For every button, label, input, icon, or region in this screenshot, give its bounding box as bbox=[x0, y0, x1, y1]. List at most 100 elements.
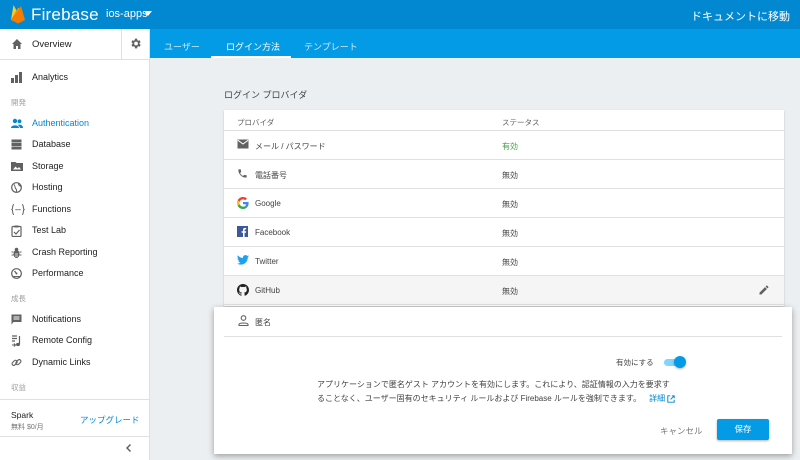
plan-name: Spark bbox=[11, 410, 34, 420]
page-title: ログイン プロバイダ bbox=[224, 90, 308, 100]
tab-users[interactable]: ユーザー bbox=[164, 40, 200, 53]
phone-icon bbox=[238, 169, 247, 178]
caret-down-icon[interactable] bbox=[144, 11, 152, 16]
database-icon bbox=[11, 139, 22, 150]
save-button[interactable]: 保存 bbox=[717, 419, 769, 440]
sidebar-footer bbox=[0, 436, 150, 460]
toggle-thumb bbox=[674, 356, 686, 368]
top-bar: Firebase ios-apps ドキュメントに移動 bbox=[0, 0, 800, 29]
sidebar-item-label: Notifications bbox=[32, 314, 82, 324]
plan-panel: Spark 無料 $0/月 アップグレード bbox=[0, 399, 150, 436]
test-lab-icon bbox=[11, 225, 22, 237]
google-icon bbox=[237, 197, 249, 209]
description-line-2: ることなく、ユーザー固有のセキュリティ ルールおよび Firebase ルールを… bbox=[317, 393, 675, 404]
sidebar-item-functions[interactable]: Functions bbox=[0, 199, 150, 220]
column-header-status: ステータス bbox=[502, 118, 540, 127]
sidebar-item-label: Hosting bbox=[32, 182, 63, 192]
sidebar: Overview Analytics 開発 Authentication Dat… bbox=[0, 29, 150, 460]
link-icon bbox=[11, 359, 22, 366]
tab-templates[interactable]: テンプレート bbox=[304, 40, 358, 53]
description-line-1: アプリケーションで匿名ゲスト アカウントを有効にします。これにより、認証情報の入… bbox=[317, 380, 670, 389]
provider-name: Twitter bbox=[255, 257, 279, 266]
github-icon bbox=[237, 284, 249, 296]
sidebar-item-hosting[interactable]: Hosting bbox=[0, 177, 150, 198]
home-icon bbox=[12, 39, 22, 49]
anonymous-provider-panel: 匿名 有効にする アプリケーションで匿名ゲスト アカウントを有効にします。これに… bbox=[214, 307, 792, 454]
provider-status: 無効 bbox=[502, 200, 518, 209]
provider-name: GitHub bbox=[255, 286, 280, 295]
providers-table: プロバイダ ステータス メール / パスワード 有効 電話番号 無効 Googl… bbox=[224, 110, 784, 306]
sidebar-item-dynamic-links[interactable]: Dynamic Links bbox=[0, 352, 150, 373]
panel-header: 匿名 bbox=[224, 307, 782, 337]
table-row[interactable]: Twitter 無効 bbox=[224, 247, 784, 276]
provider-status: 無効 bbox=[502, 287, 518, 296]
sidebar-item-label: Functions bbox=[32, 204, 72, 214]
section-label-grow: 成長 bbox=[11, 294, 26, 303]
sidebar-item-test-lab[interactable]: Test Lab bbox=[0, 220, 150, 241]
overview-row: Overview bbox=[0, 29, 150, 60]
provider-name: Google bbox=[255, 199, 281, 208]
provider-name: メール / パスワード bbox=[255, 142, 326, 151]
provider-name: Facebook bbox=[255, 228, 291, 237]
brand-name: Firebase bbox=[31, 5, 99, 24]
table-row[interactable]: Google 無効 bbox=[224, 189, 784, 218]
sidebar-item-label: Storage bbox=[32, 161, 64, 171]
upgrade-link[interactable]: アップグレード bbox=[80, 414, 140, 426]
active-tab-indicator bbox=[211, 56, 291, 58]
firebase-logo[interactable] bbox=[10, 4, 26, 24]
gear-icon[interactable] bbox=[129, 37, 142, 50]
plan-price: 無料 $0/月 bbox=[11, 424, 44, 431]
table-row[interactable]: メール / パスワード 有効 bbox=[224, 131, 784, 160]
twitter-icon bbox=[237, 255, 249, 265]
functions-icon bbox=[11, 204, 25, 215]
sidebar-item-label: Remote Config bbox=[32, 335, 93, 345]
provider-status: 無効 bbox=[502, 229, 518, 238]
people-icon bbox=[11, 118, 23, 128]
sidebar-item-crash-reporting[interactable]: Crash Reporting bbox=[0, 242, 150, 263]
docs-link[interactable]: ドキュメントに移動 bbox=[691, 8, 790, 24]
sidebar-item-label: Analytics bbox=[32, 72, 69, 82]
globe-icon bbox=[11, 182, 22, 193]
table-row[interactable]: Facebook 無効 bbox=[224, 218, 784, 247]
sidebar-item-performance[interactable]: Performance bbox=[0, 263, 150, 284]
description-text: ることなく、ユーザー固有のセキュリティ ルールおよび Firebase ルールを… bbox=[317, 394, 642, 403]
bug-icon bbox=[11, 247, 22, 258]
divider bbox=[121, 29, 122, 59]
sidebar-item-notifications[interactable]: Notifications bbox=[0, 309, 150, 330]
provider-status: 無効 bbox=[502, 171, 518, 180]
edit-pencil-icon[interactable] bbox=[758, 284, 770, 296]
chevron-left-icon[interactable] bbox=[124, 443, 134, 453]
table-row[interactable]: 電話番号 無効 bbox=[224, 160, 784, 189]
column-header-provider: プロバイダ bbox=[237, 118, 275, 127]
remote-config-icon bbox=[12, 335, 21, 347]
provider-status: 無効 bbox=[502, 258, 518, 267]
enable-label: 有効にする bbox=[616, 358, 654, 367]
sidebar-item-remote-config[interactable]: Remote Config bbox=[0, 330, 150, 351]
external-link-icon[interactable] bbox=[667, 395, 675, 403]
sidebar-item-label: Performance bbox=[32, 268, 84, 278]
tab-sign-in-method[interactable]: ログイン方法 bbox=[226, 40, 280, 53]
sidebar-item-storage[interactable]: Storage bbox=[0, 156, 150, 177]
sidebar-item-label: Test Lab bbox=[32, 225, 67, 235]
bar-chart-icon bbox=[11, 72, 22, 83]
person-outline-icon bbox=[238, 315, 249, 326]
tab-bar: ユーザー ログイン方法 テンプレート bbox=[150, 29, 800, 58]
provider-status: 有効 bbox=[502, 142, 518, 151]
details-link[interactable]: 詳細 bbox=[649, 394, 665, 403]
table-row[interactable]: GitHub 無効 bbox=[224, 276, 784, 305]
sidebar-item-database[interactable]: Database bbox=[0, 134, 150, 155]
cancel-button[interactable]: キャンセル bbox=[660, 425, 703, 437]
project-selector[interactable]: ios-apps bbox=[106, 8, 148, 20]
message-icon bbox=[11, 314, 22, 325]
storage-folder-icon bbox=[11, 162, 23, 171]
sidebar-item-label: Crash Reporting bbox=[32, 247, 98, 257]
sidebar-item-label: Dynamic Links bbox=[32, 357, 91, 367]
email-icon bbox=[237, 139, 249, 149]
enable-toggle[interactable] bbox=[664, 356, 686, 368]
sidebar-item-label: Database bbox=[32, 139, 71, 149]
section-label-earn: 収益 bbox=[11, 383, 26, 392]
sidebar-item-overview[interactable]: Overview bbox=[32, 39, 72, 50]
sidebar-item-authentication[interactable]: Authentication bbox=[0, 113, 150, 134]
facebook-icon bbox=[237, 226, 248, 237]
sidebar-item-analytics[interactable]: Analytics bbox=[0, 67, 150, 88]
